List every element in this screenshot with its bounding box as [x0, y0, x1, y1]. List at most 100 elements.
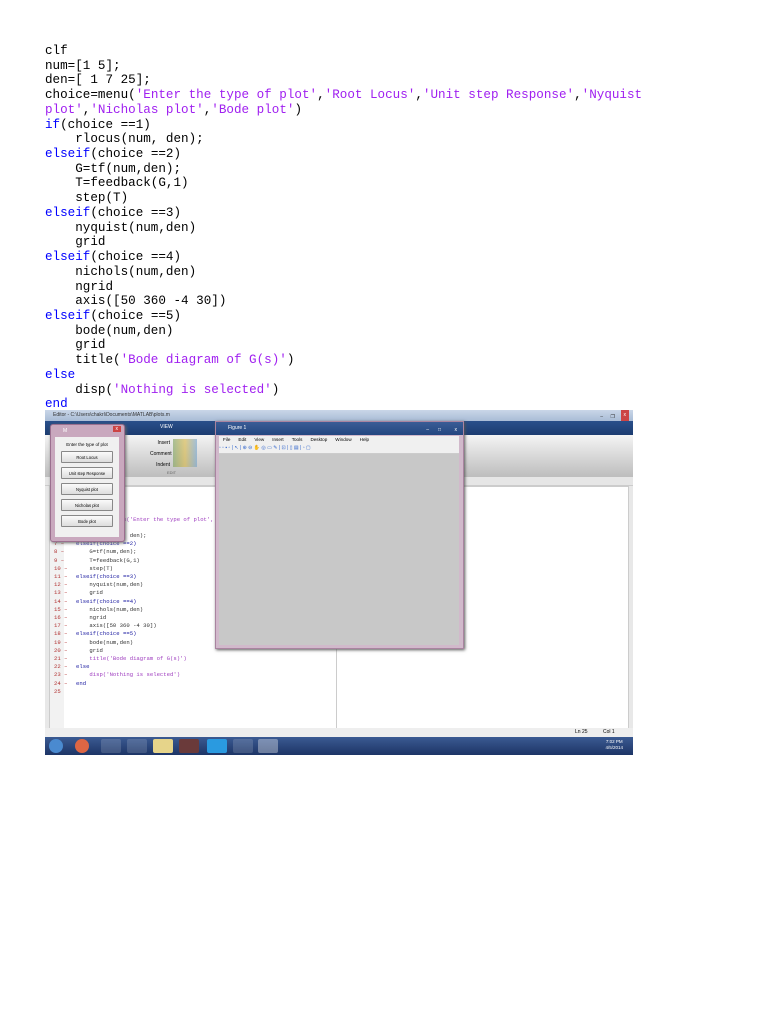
figure-canvas[interactable]	[219, 454, 459, 645]
code-text: grid	[45, 338, 106, 353]
code-text: T=feedback(G,1)	[45, 176, 189, 191]
editor-line: 12 – nyquist(num,den)	[54, 581, 230, 589]
code-line: elseif(choice ==2)	[45, 147, 642, 162]
editor-line: 24 – end	[54, 680, 230, 688]
line-number: Ln 25	[575, 729, 588, 735]
code-text: ,	[415, 88, 423, 103]
figure-menu-bar: File Edit View Insert Tools Desktop Window Help	[219, 436, 459, 444]
code-line: bode(num,den)	[45, 324, 642, 339]
line-number: 11 –	[54, 573, 68, 581]
column-number: Col 1	[603, 729, 615, 735]
line-number: 8 –	[54, 548, 65, 556]
figure-menu-window[interactable]: Window	[335, 437, 351, 442]
editor-line-text: elseif(choice ==3)	[76, 573, 137, 581]
unit-step-response-button[interactable]: Unit step Response	[61, 467, 113, 479]
line-number: 10 –	[54, 564, 68, 572]
editor-line: 25	[54, 688, 230, 696]
editor-line-text: elseif(choice ==4)	[76, 597, 137, 605]
code-line: else	[45, 368, 642, 383]
line-number: 13 –	[54, 589, 68, 597]
editor-line-text: grid	[76, 646, 103, 654]
code-line: clf	[45, 44, 642, 59]
code-text: (choice ==4)	[90, 250, 182, 265]
editor-line-text: nichols(num,den)	[76, 605, 144, 613]
code-line: den=[ 1 7 25];	[45, 73, 642, 88]
keyword: elseif	[45, 308, 91, 323]
line-number: 15 –	[54, 605, 68, 613]
editor-line-text: nyquist(num,den)	[76, 581, 144, 589]
skype-icon[interactable]	[207, 739, 227, 753]
menu-dialog[interactable]: M x Enter the type of plot Root Locus Un…	[50, 424, 125, 542]
figure-menu-edit[interactable]: Edit	[238, 437, 246, 442]
figure-menu-help[interactable]: Help	[360, 437, 369, 442]
media-player-icon[interactable]	[127, 739, 147, 753]
code-line: G=tf(num,den);	[45, 162, 642, 177]
figure-window[interactable]: Figure 1 – □ x File Edit View Insert Tools Desk…	[215, 421, 464, 649]
editor-line: 19 – bode(num,den)	[54, 639, 230, 647]
nyquist-plot-button[interactable]: Nyquist plot	[61, 483, 113, 495]
figure-menu-file[interactable]: File	[223, 437, 230, 442]
line-number: 14 –	[54, 597, 68, 605]
string-literal: 'Enter the type of plot'	[135, 88, 318, 103]
edit-tool-icons[interactable]	[173, 439, 197, 467]
close-icon[interactable]: x	[620, 410, 629, 421]
toolbar-icons[interactable]: ▫ ▫ ▪ ▫ | ↖ | ⊕ ⊖ ✋ ◎ ▭ ✎ | ⊡ | ▯ ▤ | ▫ …	[219, 445, 311, 451]
figure-menu-tools[interactable]: Tools	[292, 437, 303, 442]
chrome-icon[interactable]	[75, 739, 89, 753]
string-literal: 'Unit step Response'	[422, 88, 575, 103]
figure-menu-insert[interactable]: Insert	[272, 437, 284, 442]
editor-line: 20 – grid	[54, 647, 230, 655]
editor-title: Editor - C:\Users\chakri\Documents\MATLA…	[53, 412, 170, 418]
code-text: nichols(num,den)	[45, 264, 197, 279]
code-line: grid	[45, 338, 642, 353]
matlab-icon[interactable]	[258, 739, 278, 753]
menu-prompt: Enter the type of plot	[66, 442, 108, 447]
code-text: title(	[45, 353, 121, 368]
editor-line-text: else	[76, 663, 90, 671]
line-number: 21 –	[54, 655, 68, 663]
line-number: 17 –	[54, 622, 68, 630]
app-icon[interactable]	[233, 739, 253, 753]
clock-date: 4/5/2014	[605, 745, 623, 750]
string-literal: plot'	[45, 102, 83, 117]
line-number: 12 –	[54, 581, 68, 589]
system-clock[interactable]: 7:02 PM 4/5/2014	[605, 739, 623, 751]
code-line: if(choice ==1)	[45, 118, 642, 133]
code-text: ,	[574, 88, 582, 103]
keyword: elseif	[45, 205, 91, 220]
comment-button[interactable]: Comment	[150, 449, 172, 460]
code-text: G=tf(num,den);	[45, 161, 182, 176]
figure-menu-desktop[interactable]: Desktop	[310, 437, 327, 442]
code-text: step(T)	[45, 191, 129, 206]
code-line: elseif(choice ==4)	[45, 250, 642, 265]
editor-line-text: end	[76, 679, 87, 687]
start-button-icon[interactable]	[49, 739, 63, 753]
editor-line-text: elseif(choice ==5)	[76, 630, 137, 638]
root-locus-button[interactable]: Root Locus	[61, 451, 113, 463]
tab-view[interactable]: VIEW	[160, 424, 173, 430]
bode-plot-button[interactable]: Bode plot	[61, 515, 113, 527]
nicholas-plot-button[interactable]: Nicholas plot	[61, 499, 113, 511]
line-number: 23 –	[54, 671, 68, 679]
editor-line: 16 – ngrid	[54, 614, 230, 622]
internet-explorer-icon[interactable]	[101, 739, 121, 753]
code-line: ngrid	[45, 280, 642, 295]
figure-menu-view[interactable]: View	[254, 437, 264, 442]
winrar-icon[interactable]	[179, 739, 199, 753]
code-line: choice=menu('Enter the type of plot','Ro…	[45, 88, 642, 103]
code-text: bode(num,den)	[45, 323, 174, 338]
figure-title-bar: Figure 1 – □ x	[216, 422, 463, 435]
code-text: den=[ 1 7 25];	[45, 73, 151, 88]
figure-toolbar: ▫ ▫ ▪ ▫ | ↖ | ⊕ ⊖ ✋ ◎ ▭ ✎ | ⊡ | ▯ ▤ | ▫ …	[219, 444, 459, 454]
file-explorer-icon[interactable]	[153, 739, 173, 753]
close-icon[interactable]: x	[112, 426, 121, 432]
string-literal: 'Root Locus'	[324, 88, 416, 103]
code-line: nyquist(num,den)	[45, 221, 642, 236]
keyword: else	[45, 367, 76, 382]
code-text: ngrid	[45, 279, 114, 294]
code-text: (choice ==1)	[60, 117, 151, 132]
code-line: plot','Nicholas plot','Bode plot')	[45, 103, 642, 118]
insert-button[interactable]: Insert	[150, 438, 170, 449]
editor-line: 23 – disp('Nothing is selected')	[54, 671, 230, 679]
code-line: elseif(choice ==3)	[45, 206, 642, 221]
